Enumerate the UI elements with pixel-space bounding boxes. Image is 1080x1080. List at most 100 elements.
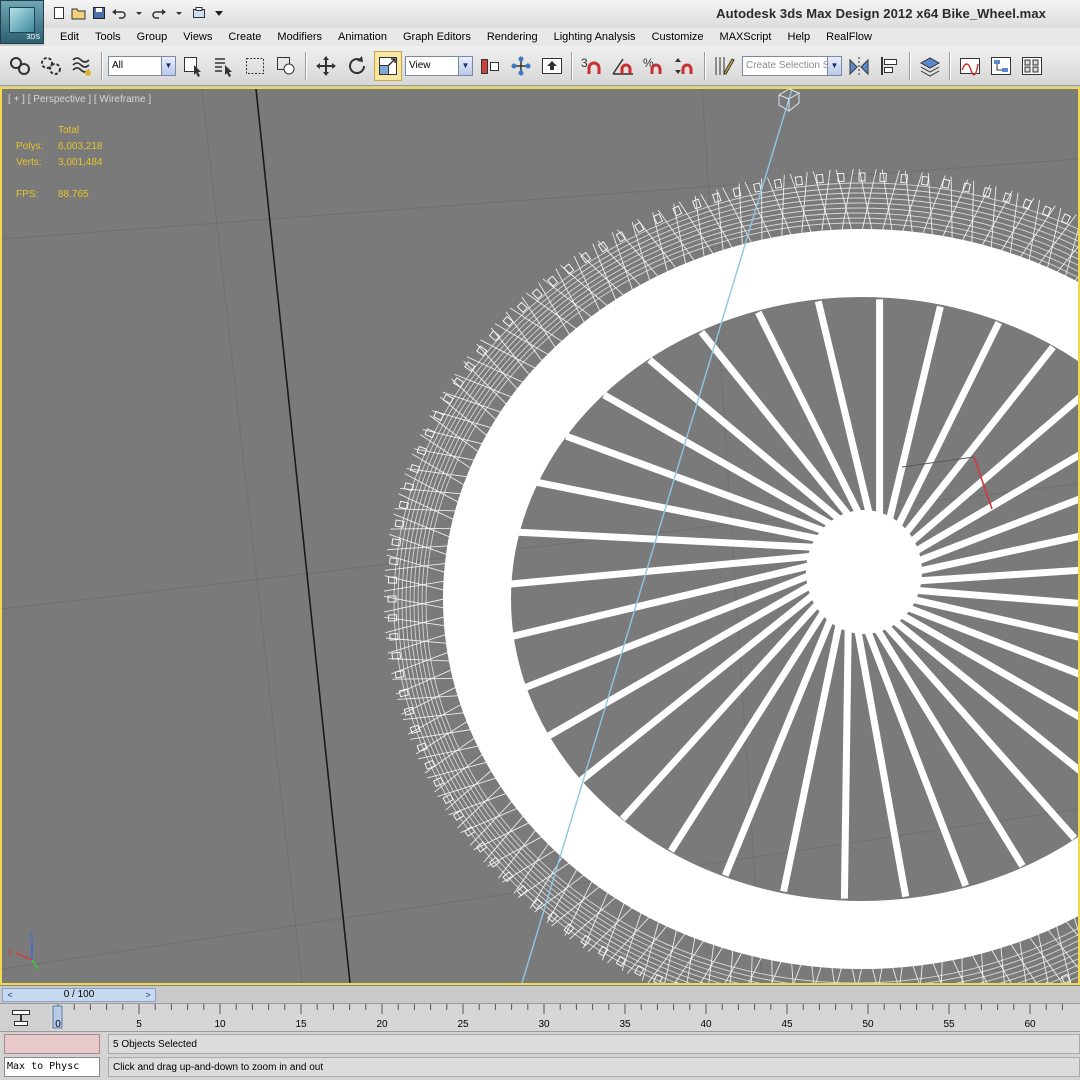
time-slider-prev-icon[interactable]: < (3, 989, 17, 1001)
viewport-statistics: Total Polys: 6,003,218 Verts: 3,001,484 FP… (16, 123, 103, 203)
time-slider[interactable]: < 0 / 100 > (2, 988, 156, 1002)
menu-tools[interactable]: Tools (87, 31, 129, 43)
named-selection-placeholder: Create Selection Se (746, 59, 835, 71)
trackbar-tick-label: 0 (55, 1019, 61, 1030)
mirror-icon[interactable] (845, 51, 873, 81)
stats-verts-value: 3,001,484 (58, 157, 103, 168)
keyboard-shortcut-override-icon[interactable] (538, 51, 566, 81)
percent-snap-toggle-icon[interactable]: % (640, 51, 668, 81)
stats-polys-label: Polys: (16, 141, 44, 152)
select-and-rotate-icon[interactable] (343, 51, 371, 81)
select-and-manipulate-icon[interactable] (507, 51, 535, 81)
menu-help[interactable]: Help (780, 31, 819, 43)
perspective-viewport[interactable]: z x [ + ] [ Perspective ] [ Wireframe ] … (0, 87, 1080, 985)
undo-icon[interactable] (110, 4, 128, 22)
menu-views[interactable]: Views (175, 31, 220, 43)
redo-icon[interactable] (150, 4, 168, 22)
main-toolbar: All ▼ View ▼ 3 % Create Selection Se ▼ (0, 46, 1080, 86)
trackbar-tick-label: 30 (538, 1019, 550, 1030)
trackbar-tick-label: 10 (214, 1019, 226, 1030)
trackbar: 0 5 10 15 20 25 30 35 40 45 50 55 60 (0, 1003, 1080, 1032)
select-and-scale-icon[interactable] (374, 50, 402, 81)
select-and-move-icon[interactable] (312, 51, 340, 81)
menu-graph-editors[interactable]: Graph Editors (395, 31, 479, 43)
trackbar-tick-label: 55 (943, 1019, 955, 1030)
trackbar-tick-label: 15 (295, 1019, 307, 1030)
edit-named-selection-icon[interactable] (711, 51, 739, 81)
reference-coordinate-dropdown[interactable]: View ▼ (405, 55, 473, 76)
application-button[interactable]: 3DS (0, 0, 44, 44)
trackbar-ruler[interactable]: 0 5 10 15 20 25 30 35 40 45 50 55 60 (50, 1004, 1080, 1032)
open-icon[interactable] (70, 4, 88, 22)
stats-header: Total (58, 125, 80, 136)
menu-modifiers[interactable]: Modifiers (269, 31, 330, 43)
curve-editor-icon[interactable] (956, 51, 984, 81)
trackbar-tick-label: 45 (781, 1019, 793, 1030)
undo-dropdown-icon[interactable] (130, 4, 148, 22)
select-and-link-icon[interactable] (6, 51, 34, 81)
status-bar: Max to Physc 5 Objects Selected Click an… (0, 1031, 1080, 1080)
menu-lighting-analysis[interactable]: Lighting Analysis (546, 31, 644, 43)
box-gizmo (777, 89, 801, 112)
new-icon[interactable] (50, 4, 68, 22)
logo-text: 3DS (26, 34, 40, 41)
selection-status: 5 Objects Selected (108, 1034, 1080, 1054)
quick-access-toolbar (50, 4, 228, 22)
world-axis-tripod: z x (8, 930, 39, 970)
open-mini-curve-editor-icon[interactable] (10, 1008, 32, 1028)
viewport-label-menu[interactable]: [ + ] [ Perspective ] [ Wireframe ] (8, 94, 151, 105)
3dsmax-logo-icon (9, 7, 35, 33)
rectangular-selection-icon[interactable] (241, 51, 269, 81)
chevron-down-icon: ▼ (161, 56, 175, 75)
trackbar-tick-label: 25 (457, 1019, 469, 1030)
stats-verts-label: Verts: (16, 157, 42, 168)
prompt-line: Click and drag up-and-down to zoom in an… (108, 1057, 1080, 1077)
menu-rendering[interactable]: Rendering (479, 31, 546, 43)
save-icon[interactable] (90, 4, 108, 22)
spinner-snap-toggle-icon[interactable] (671, 51, 699, 81)
menu-edit[interactable]: Edit (52, 31, 87, 43)
unlink-selection-icon[interactable] (37, 51, 65, 81)
menu-maxscript[interactable]: MAXScript (712, 31, 780, 43)
axis-z-label: z (29, 930, 34, 940)
time-slider-next-icon[interactable]: > (141, 989, 155, 1001)
angle-snap-toggle-icon[interactable] (609, 51, 637, 81)
menu-customize[interactable]: Customize (644, 31, 712, 43)
chevron-down-icon: ▼ (827, 56, 841, 75)
axis-x-label: x (8, 947, 13, 957)
material-editor-icon[interactable] (1018, 51, 1046, 81)
menu-group[interactable]: Group (129, 31, 176, 43)
svg-text:3: 3 (581, 56, 588, 70)
stats-polys-value: 6,003,218 (58, 141, 103, 152)
project-folder-icon[interactable] (190, 4, 208, 22)
snaps-toggle-icon[interactable]: 3 (578, 51, 606, 81)
maxscript-listener-output[interactable] (4, 1034, 100, 1054)
redo-dropdown-icon[interactable] (170, 4, 188, 22)
maxscript-mini-listener[interactable]: Max to Physc (4, 1057, 100, 1077)
named-selection-sets-dropdown[interactable]: Create Selection Se ▼ (742, 55, 842, 76)
selection-filter-dropdown[interactable]: All ▼ (108, 55, 176, 76)
title-bar: Autodesk 3ds Max Design 2012 x64 Bike_Wh… (44, 0, 1080, 28)
select-by-name-icon[interactable] (210, 51, 238, 81)
grid-axis-line (255, 89, 351, 983)
qat-customize-dropdown-icon[interactable] (210, 4, 228, 22)
trackbar-tick-label: 50 (862, 1019, 874, 1030)
manage-layers-icon[interactable] (916, 51, 944, 81)
menu-create[interactable]: Create (220, 31, 269, 43)
trackbar-tick-label: 35 (619, 1019, 631, 1030)
stats-fps-label: FPS: (16, 189, 39, 200)
chevron-down-icon: ▼ (458, 56, 472, 75)
menu-realflow[interactable]: RealFlow (818, 31, 880, 43)
time-slider-bar: < 0 / 100 > (0, 985, 1080, 1003)
time-slider-value: 0 / 100 (63, 989, 95, 1000)
menu-animation[interactable]: Animation (330, 31, 395, 43)
wheel-hub (806, 510, 922, 634)
selection-filter-value: All (112, 59, 124, 71)
use-pivot-center-icon[interactable] (476, 51, 504, 81)
schematic-view-icon[interactable] (987, 51, 1015, 81)
window-crossing-icon[interactable] (272, 51, 300, 81)
select-object-icon[interactable] (179, 51, 207, 81)
bind-to-space-warp-icon[interactable] (68, 51, 96, 81)
stats-fps-value: 88.765 (58, 189, 89, 200)
align-icon[interactable] (876, 51, 904, 81)
